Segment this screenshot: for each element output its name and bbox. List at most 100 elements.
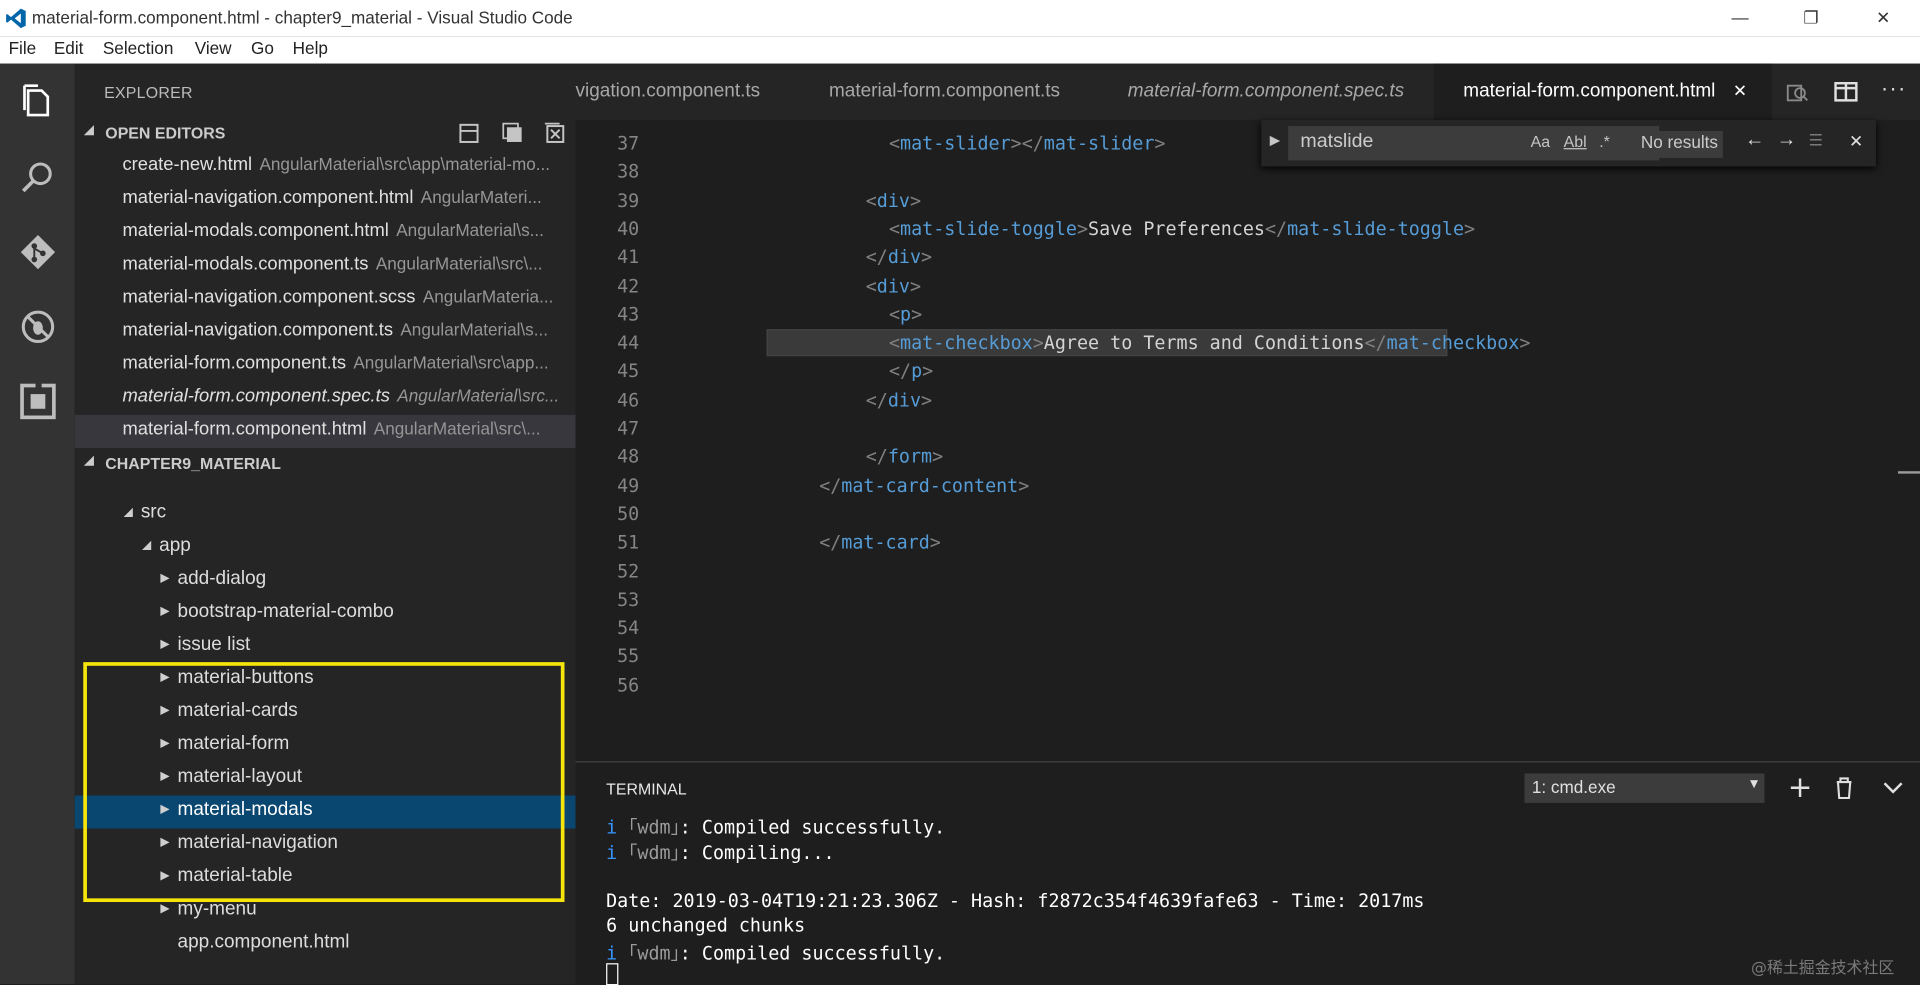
open-editor-item[interactable]: material-navigation.component.ts AngularM… [75,316,576,349]
open-editors-header[interactable]: ◢ OPEN EDITORS [75,119,576,148]
tag-name: div [887,246,922,269]
tag-bracket: < [888,217,901,240]
tag-bracket: ></ [1010,132,1044,155]
terminal-text: 6 unchanged chunks [606,914,806,937]
close-window-button[interactable]: ✕ [1855,2,1911,34]
next-match-icon[interactable]: → [1777,130,1797,152]
open-editor-name: material-form.component.spec.ts [122,385,390,407]
terminal-select-value: 1: cmd.exe [1531,777,1616,797]
menu-help[interactable]: Help [293,38,328,58]
tag-bracket: < [865,189,877,212]
tab-navigation-component-ts[interactable]: vigation.component.ts [576,64,803,120]
tab-material-form-component-ts[interactable]: material-form.component.ts [802,64,1103,120]
menu-file[interactable]: File [9,38,37,58]
open-editor-entry: material-navigation.component.scss Angula… [122,286,553,307]
tag-bracket: </ [819,531,842,554]
menu-selection[interactable]: Selection [103,38,174,58]
menu-go[interactable]: Go [251,38,274,58]
minimize-button[interactable]: — [1712,2,1768,34]
find-in-selection-icon[interactable]: ☰ [1809,131,1823,151]
regex-toggle[interactable]: .* [1599,132,1610,150]
tag-bracket: > [929,531,941,554]
open-editor-item[interactable]: material-modals.component.ts AngularMater… [75,250,576,283]
open-editor-item[interactable]: create-new.html AngularMaterial\src\app\m… [75,151,576,184]
code-line: <div> [866,189,921,211]
chevron-down-icon[interactable] [1882,780,1904,797]
tree-item[interactable]: ▶ issue list [75,630,576,663]
wdm-tag: ｢wdm｣ [628,941,680,964]
tab-material-form-component-html[interactable]: material-form.component.html ✕ [1433,63,1772,120]
find-input[interactable]: matslide [1300,131,1373,153]
extensions-icon[interactable] [17,380,59,423]
tag-bracket: </ [865,246,888,269]
code-editor[interactable]: 37 38 39 40 41 42 43 44 45 46 47 48 49 50 51 52 53 54 55 56… [575,119,1920,762]
tab-material-form-component-spec-ts[interactable]: material-form.component.spec.ts [1103,64,1434,120]
open-editor-path: AngularMaterial\src\app\material-mo... [259,154,551,174]
collapse-caret-icon: ◢ [84,454,94,468]
open-preview-icon[interactable] [1785,81,1809,105]
explorer-icon[interactable] [17,81,59,123]
line-number: 55 [617,645,640,668]
tag-bracket: </ [865,445,888,468]
toggle-replace-icon[interactable]: ▶ [1270,132,1280,148]
tree-item[interactable]: ▶ add-dialog [75,564,576,597]
chevron-expanded-icon: ◢ [123,505,134,519]
tag-bracket: > [909,274,922,297]
open-editor-name: material-navigation.component.scss [122,286,416,308]
previous-match-icon[interactable]: ← [1745,130,1765,152]
code-line: <mat-slide-toggle>Save Preferences</mat-… [889,218,1475,240]
line-number: 43 [617,303,640,326]
terminal-text: : Compiled successfully. [679,816,946,839]
search-icon[interactable] [17,157,59,199]
open-editor-item[interactable]: material-navigation.component.html Angula… [75,184,576,217]
tag-bracket: </ [819,474,842,497]
line-number: 50 [617,502,640,525]
split-editor-icon[interactable] [1833,80,1860,104]
open-editor-item[interactable]: material-form.component.spec.ts AngularMa… [75,382,576,415]
more-actions-icon[interactable]: ··· [1881,76,1907,102]
open-editor-path: AngularMaterial\src... [397,385,560,406]
close-all-editors-icon[interactable] [542,121,566,145]
restore-button[interactable]: ❐ [1783,2,1839,34]
tree-item[interactable]: ▶ bootstrap-material-combo [75,597,576,630]
project-header[interactable]: ◢ CHAPTER9_MATERIAL [75,449,576,478]
match-case-toggle[interactable]: Aa [1531,132,1550,150]
tag-bracket: </ [888,360,912,383]
tag-name: form [887,445,933,468]
save-all-icon[interactable] [501,121,525,145]
new-terminal-icon[interactable]: + [1788,770,1813,804]
open-editor-path: AngularMaterial\src\... [373,418,541,439]
tag-name: mat-checkbox [900,331,1033,354]
open-editor-name: material-navigation.component.ts [122,319,394,341]
menu-view[interactable]: View [195,38,232,58]
tree-item[interactable]: app.component.html [75,928,576,961]
open-editor-item[interactable]: material-modals.component.html AngularMat… [75,217,576,250]
open-editor-item[interactable]: material-form.component.html AngularMater… [74,414,576,448]
close-find-icon[interactable]: ✕ [1849,131,1863,152]
open-editor-name: material-modals.component.html [122,220,389,242]
debug-icon[interactable] [17,306,59,348]
new-untitled-file-icon[interactable] [458,121,482,145]
terminal-line: i ｢wdm｣: Compiling... [606,839,834,865]
source-control-icon[interactable] [17,231,59,273]
tag-name: mat-slide-toggle [1287,217,1465,240]
tab-close-icon[interactable]: ✕ [1733,81,1747,101]
code-line: <div> [866,275,921,297]
code-line: </div> [866,389,932,411]
vscode-logo-icon [6,8,26,29]
kill-terminal-icon[interactable] [1833,776,1855,800]
tree-item[interactable]: ◢ src [75,498,576,531]
open-editor-item[interactable]: material-navigation.component.scss Angula… [75,283,576,316]
menu-edit[interactable]: Edit [54,38,84,58]
terminal-tab[interactable]: TERMINAL [606,780,686,798]
tag-bracket: > [909,189,922,212]
tag-bracket: > [1076,217,1089,240]
find-widget: ▶ matslide Aa Abl .* No results ← → ☰ ✕ [1261,119,1876,167]
open-editor-item[interactable]: material-form.component.ts AngularMateria… [75,349,576,382]
tree-item[interactable]: ◢ app [75,531,576,564]
terminal-select[interactable]: 1: cmd.exe ▼ [1524,773,1765,803]
tag-name: mat-slide-toggle [900,217,1077,240]
terminal-line: i ｢wdm｣: Compiled successfully. [606,814,945,840]
tag-bracket: < [888,331,901,354]
whole-word-toggle[interactable]: Abl [1564,132,1587,150]
